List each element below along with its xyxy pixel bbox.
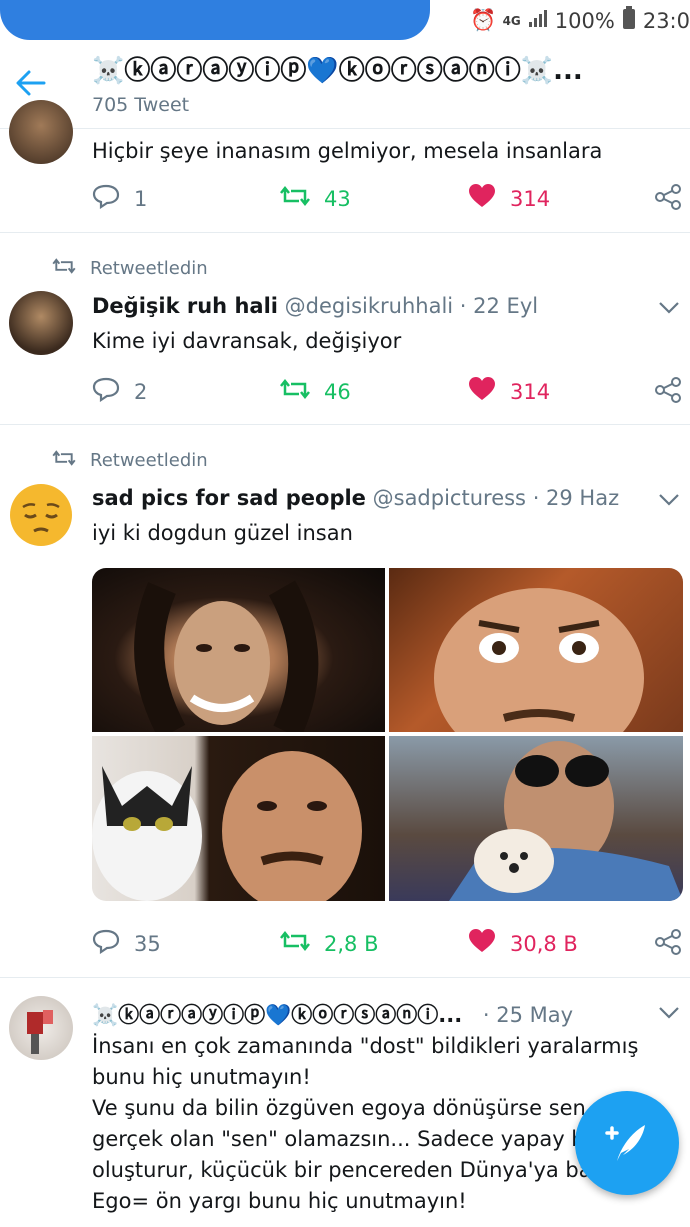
author-name[interactable]: sad pics for sad people <box>92 486 366 510</box>
compose-icon <box>603 1119 651 1171</box>
share-icon <box>654 376 682 409</box>
reply-count: 1 <box>134 186 148 211</box>
tweet-text-line: oluşturur, küçücük bir pencereden Dünya'… <box>92 1158 592 1182</box>
tweet-author-row: ☠️ⓚⓐⓡⓐⓨⓘⓟ💙ⓚⓞⓡⓢⓐⓝⓘ... · 25 May <box>92 999 573 1029</box>
tweet-actions: 2 46 314 <box>92 376 682 406</box>
reply-button[interactable]: 1 <box>92 183 147 214</box>
reply-button[interactable]: 35 <box>92 928 161 959</box>
share-button[interactable] <box>654 183 682 216</box>
retweet-small-icon <box>52 256 76 281</box>
like-count: 314 <box>510 186 551 211</box>
back-arrow-icon[interactable] <box>14 66 48 100</box>
tweet-text-line: bunu hiç unutmayın! <box>92 1065 311 1089</box>
reply-count: 35 <box>134 931 161 956</box>
retweet-indicator: Retweetledin <box>52 256 208 281</box>
retweet-count: 43 <box>324 186 351 211</box>
photo[interactable] <box>92 736 385 901</box>
author-name[interactable]: ☠️ⓚⓐⓡⓐⓨⓘⓟ💙ⓚⓞⓡⓢⓐⓝⓘ... <box>92 1003 462 1027</box>
tweet-text: iyi ki dogdun güzel insan <box>92 521 353 545</box>
share-button[interactable] <box>654 376 682 409</box>
profile-header: ☠️ⓚⓐⓡⓐⓨⓘⓟ💙ⓚⓞⓡⓢⓐⓝⓘ☠️... 705 Tweet <box>0 44 690 129</box>
tweet-text-line: Ego= ön yargı bunu hiç unutmayın! <box>92 1189 467 1213</box>
share-icon <box>654 928 682 961</box>
tweet[interactable]: Hiçbir şeye inanasım gelmiyor, mesela in… <box>0 100 690 233</box>
avatar[interactable] <box>9 996 73 1060</box>
network-label: 4G <box>502 13 521 28</box>
photo[interactable] <box>389 736 683 901</box>
reply-icon <box>92 183 120 214</box>
tweet-author-row: sad pics for sad people @sadpicturess · … <box>92 486 619 510</box>
avatar[interactable] <box>9 100 73 164</box>
status-bar: ⏰ 4G 100% 23:0 <box>0 0 690 44</box>
chevron-down-icon[interactable] <box>658 296 680 320</box>
reply-icon <box>92 928 120 959</box>
tweet-date: · 25 May <box>482 1003 574 1027</box>
reply-count: 2 <box>134 379 148 404</box>
retweet-count: 46 <box>324 379 351 404</box>
like-count: 30,8 B <box>510 931 578 956</box>
reply-button[interactable]: 2 <box>92 376 147 407</box>
retweet-button[interactable]: 46 <box>280 376 351 407</box>
author-handle[interactable]: @degisikruhhali <box>285 294 453 318</box>
like-button[interactable]: 30,8 B <box>468 928 578 959</box>
author-name[interactable]: Değişik ruh hali <box>92 294 278 318</box>
retweet-count: 2,8 B <box>324 931 379 956</box>
signal-icon <box>527 8 549 33</box>
avatar[interactable] <box>9 483 73 547</box>
like-button[interactable]: 314 <box>468 183 550 214</box>
like-button[interactable]: 314 <box>468 376 550 407</box>
photo[interactable] <box>92 568 385 732</box>
compose-button[interactable] <box>575 1091 679 1195</box>
tweet-text: İnsanı en çok zamanında "dost" bildikler… <box>92 1031 652 1217</box>
heart-icon <box>468 376 496 407</box>
author-handle[interactable]: @sadpicturess <box>373 486 526 510</box>
battery-percent: 100% <box>554 8 615 33</box>
tweet-text: Hiçbir şeye inanasım gelmiyor, mesela in… <box>92 139 603 163</box>
tweet-actions: 1 43 314 <box>92 183 682 213</box>
photo-grid <box>92 568 683 901</box>
alarm-icon: ⏰ <box>470 8 497 32</box>
like-count: 314 <box>510 379 551 404</box>
retweet-button[interactable]: 2,8 B <box>280 928 378 959</box>
tweet-date: · 22 Eyl <box>459 294 539 318</box>
tweet-text-line: İnsanı en çok zamanında "dost" bildikler… <box>92 1034 639 1058</box>
tweet[interactable]: Retweetledin Değişik ruh hali @degisikru… <box>0 232 690 425</box>
retweet-label: Retweetledin <box>90 450 208 471</box>
share-icon <box>654 183 682 216</box>
battery-icon <box>621 6 637 35</box>
retweet-icon <box>280 183 310 214</box>
photo[interactable] <box>389 568 683 732</box>
tweet-date: · 29 Haz <box>532 486 620 510</box>
clock: 23:0 <box>642 8 690 33</box>
tweet[interactable]: ☠️ⓚⓐⓡⓐⓨⓘⓟ💙ⓚⓞⓡⓢⓐⓝⓘ... · 25 May İnsanı en … <box>0 977 690 1227</box>
tweet-text-line: gerçek olan "sen" olamazsın... Sadece ya… <box>92 1127 585 1151</box>
retweet-small-icon <box>52 448 76 473</box>
status-icons: ⏰ 4G 100% 23:0 <box>470 6 690 35</box>
retweet-button[interactable]: 43 <box>280 183 351 214</box>
share-button[interactable] <box>654 928 682 961</box>
tweet-author-row: Değişik ruh hali @degisikruhhali · 22 Ey… <box>92 294 538 318</box>
retweet-icon <box>280 376 310 407</box>
tweet-count: 705 Tweet <box>92 94 190 116</box>
chevron-down-icon[interactable] <box>658 488 680 512</box>
retweet-icon <box>280 928 310 959</box>
avatar[interactable] <box>9 291 73 355</box>
redaction-scribble <box>0 0 430 40</box>
tweet-text: Kime iyi davransak, değişiyor <box>92 329 402 353</box>
reply-icon <box>92 376 120 407</box>
heart-icon <box>468 928 496 959</box>
chevron-down-icon[interactable] <box>658 1001 680 1025</box>
tweet-actions: 35 2,8 B 30,8 B <box>92 928 682 958</box>
retweet-label: Retweetledin <box>90 258 208 279</box>
page-title: ☠️ⓚⓐⓡⓐⓨⓘⓟ💙ⓚⓞⓡⓢⓐⓝⓘ☠️... <box>92 56 583 86</box>
tweet-text-line: Ve şunu da bilin özgüven egoya dönüşürse… <box>92 1096 586 1120</box>
retweet-indicator: Retweetledin <box>52 448 208 473</box>
heart-icon <box>468 183 496 214</box>
